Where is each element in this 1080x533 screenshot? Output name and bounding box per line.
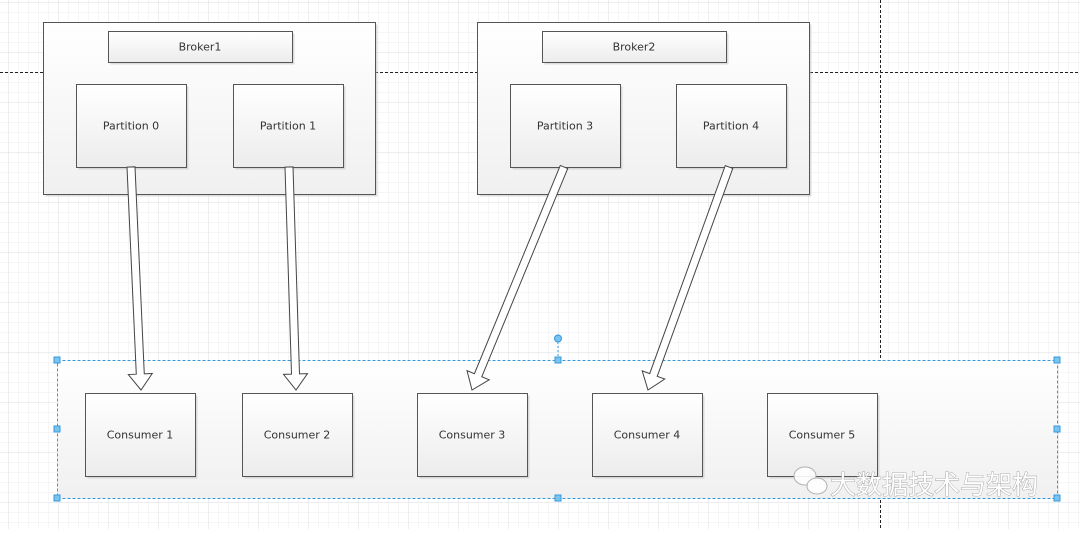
resize-handle[interactable] [53,356,61,364]
shape-label: Broker1 [179,41,222,54]
resize-handle[interactable] [1053,494,1061,502]
resize-handle[interactable] [1053,425,1061,433]
shape-label: Partition 1 [260,120,316,133]
shape-label: Consumer 1 [107,429,174,442]
shape-label: Consumer 4 [614,429,681,442]
broker-label-box[interactable]: Broker1 [108,31,295,65]
shape-label: Consumer 5 [789,429,856,442]
diagram-canvas[interactable]: Broker1 Partition 0 Partition 1 Broker2 Part… [0,0,1080,529]
watermark: 大数据技术与架构 [793,466,1038,501]
shape-label: Broker2 [613,41,656,54]
partition-box[interactable]: Partition 1 [233,84,346,170]
resize-handle[interactable] [554,356,562,364]
partition-box[interactable]: Partition 3 [510,84,623,170]
resize-handle[interactable] [53,494,61,502]
resize-handle[interactable] [53,425,61,433]
shape-label: Partition 4 [703,120,759,133]
consumer-box[interactable]: Consumer 1 [85,393,198,479]
consumer-box[interactable]: Consumer 3 [417,393,530,479]
shape-label: Consumer 3 [439,429,506,442]
consumer-box[interactable]: Consumer 2 [242,393,355,479]
rotation-handle[interactable] [554,334,562,343]
watermark-text: 大数据技术与架构 [830,471,1038,501]
shape-label: Partition 3 [537,120,593,133]
consumer-box[interactable]: Consumer 5 [767,393,880,479]
partition-box[interactable]: Partition 0 [76,84,189,170]
partition-box[interactable]: Partition 4 [676,84,789,170]
resize-handle[interactable] [554,494,562,502]
broker-label-box[interactable]: Broker2 [542,31,729,65]
shape-label: Partition 0 [103,120,159,133]
consumer-box[interactable]: Consumer 4 [592,393,705,479]
shape-label: Consumer 2 [264,429,331,442]
resize-handle[interactable] [1053,356,1061,364]
